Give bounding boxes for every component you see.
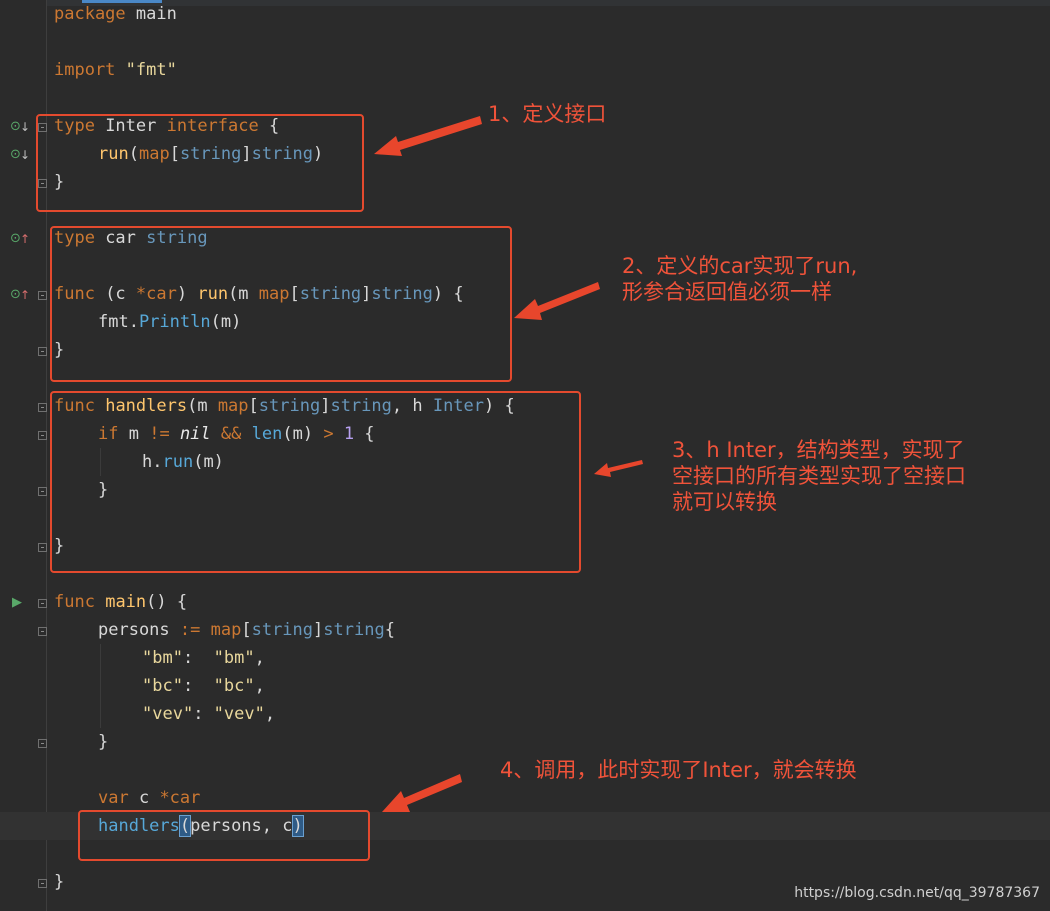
punctuation: , — [254, 648, 265, 668]
code-line-3[interactable]: import "fmt" — [54, 56, 177, 84]
type-name: string — [251, 620, 314, 640]
code-line-1[interactable]: package main — [54, 0, 177, 28]
annotation-3-line2: 空接口的所有类型实现了空接口 — [672, 464, 966, 488]
punctuation: [ — [241, 620, 252, 640]
string-literal: "vev" — [213, 704, 265, 724]
code-line-22[interactable]: func main() { — [54, 588, 187, 616]
annotation-box-car — [50, 226, 512, 382]
punctuation: , — [264, 704, 276, 724]
code-line-29[interactable]: var c *car — [98, 784, 200, 812]
keyword: func — [54, 592, 95, 612]
keyword: package — [54, 4, 126, 24]
annotation-2-line1: 2、定义的car实现了run, — [622, 254, 858, 278]
punctuation: , — [254, 676, 265, 696]
fold-icon[interactable] — [38, 599, 47, 608]
identifier: main — [125, 4, 177, 24]
fold-icon[interactable] — [38, 543, 47, 552]
code-line-24[interactable]: "bm": "bm", — [142, 644, 265, 672]
string-literal: "fmt" — [125, 60, 177, 80]
string-literal: "bc" — [142, 676, 183, 696]
punctuation: ] — [313, 620, 324, 640]
annotation-box-handlers — [50, 391, 581, 573]
function-name: main — [105, 592, 147, 612]
annotation-2-line2: 形参合返回值必须一样 — [622, 280, 832, 304]
punctuation: { — [384, 620, 395, 640]
string-literal: "vev" — [142, 704, 194, 724]
up-arrow-icon[interactable]: ↑ — [20, 232, 30, 246]
run-icon[interactable]: ▶ — [12, 596, 22, 610]
punctuation: () { — [146, 592, 188, 612]
string-literal: "bc" — [213, 676, 255, 696]
annotation-box-call — [78, 810, 370, 861]
up-arrow-icon[interactable]: ↑ — [20, 288, 30, 302]
code-editor[interactable]: ⊙ ↓ ⊙ ↓ ⊙ ↑ ⊙ ↑ ▶ package main import "f… — [0, 0, 1050, 911]
operator: := — [179, 620, 201, 640]
fold-icon[interactable] — [38, 431, 47, 440]
string-literal: "bm" — [142, 648, 183, 668]
type-name: string — [323, 620, 385, 640]
watermark: https://blog.csdn.net/qq_39787367 — [794, 885, 1040, 901]
punctuation: : — [193, 704, 214, 724]
pointer-type: *car — [159, 788, 201, 808]
annotation-3-line1: 3、h Inter，结构类型，实现了 — [672, 438, 965, 462]
annotation-box-interface — [36, 114, 364, 212]
fold-icon[interactable] — [38, 739, 47, 748]
fold-icon[interactable] — [38, 347, 47, 356]
indent-guide — [100, 644, 101, 728]
code-line-32[interactable]: } — [54, 868, 64, 896]
punctuation: : — [182, 648, 214, 668]
fold-icon[interactable] — [38, 627, 47, 636]
punctuation: : — [182, 676, 214, 696]
string-literal: "bm" — [213, 648, 255, 668]
down-arrow-icon[interactable]: ↓ — [20, 120, 30, 134]
annotation-3-line3: 就可以转换 — [672, 490, 777, 514]
keyword: map — [210, 620, 242, 640]
fold-icon[interactable] — [38, 879, 47, 888]
fold-icon[interactable] — [38, 487, 47, 496]
code-line-26[interactable]: "vev": "vev", — [142, 700, 275, 728]
code-line-23[interactable]: persons := map[string]string{ — [98, 616, 395, 644]
keyword: import — [54, 60, 116, 80]
keyword: var — [98, 788, 129, 808]
down-arrow-icon[interactable]: ↓ — [20, 148, 30, 162]
annotation-4: 4、调用，此时实现了Inter，就会转换 — [500, 758, 857, 782]
fold-icon[interactable] — [38, 291, 47, 300]
fold-icon[interactable] — [38, 403, 47, 412]
code-line-25[interactable]: "bc": "bc", — [142, 672, 265, 700]
code-line-27[interactable]: } — [98, 728, 108, 756]
punctuation: } — [54, 872, 65, 892]
identifier: c — [128, 788, 160, 808]
identifier: persons — [98, 620, 180, 640]
annotation-1: 1、定义接口 — [488, 102, 607, 126]
punctuation: } — [98, 732, 109, 752]
